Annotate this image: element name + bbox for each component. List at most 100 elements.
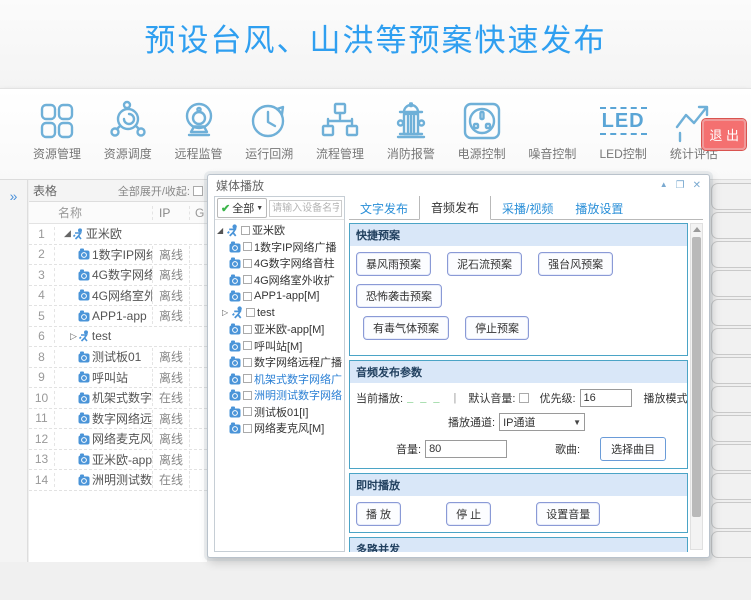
tree-root[interactable]: ◢ 亚米欧 xyxy=(217,222,344,239)
toolbar-item-label: 运行回溯 xyxy=(238,145,300,162)
instant-play-button[interactable]: 播 放 xyxy=(356,502,401,526)
device-icon xyxy=(229,422,241,434)
tree-checkbox[interactable] xyxy=(243,259,252,268)
tab-text-publish[interactable]: 文字发布 xyxy=(349,196,419,220)
toolbar-item-resource-dispatch[interactable]: 资源调度 xyxy=(97,89,159,179)
tree-item[interactable]: 呼叫站[M] xyxy=(229,338,344,355)
table-row[interactable]: 3 4G数字网络音柱 离线 xyxy=(29,265,207,286)
tree-item[interactable]: 4G数字网络音柱 xyxy=(229,255,344,272)
app-window: 资源管理 资源调度 远程监管 运行回溯 流程管理 xyxy=(0,88,751,562)
minimize-icon[interactable]: ▲ xyxy=(660,180,668,191)
maximize-icon[interactable]: ❐ xyxy=(676,180,685,191)
play-mode-label: 播放模式: xyxy=(644,390,688,406)
tree-checkbox[interactable] xyxy=(243,424,252,433)
preset-storm-button[interactable]: 暴风雨预案 xyxy=(356,252,431,276)
toolbar-item-resource-manage[interactable]: 资源管理 xyxy=(26,89,88,179)
preset-terror-button[interactable]: 恐怖袭击预案 xyxy=(356,284,442,308)
table-row[interactable]: 1 ◢ 亚米欧 xyxy=(29,224,207,245)
toolbar-item-remote-monitor[interactable]: 远程监管 xyxy=(168,89,230,179)
scrollbar-thumb[interactable] xyxy=(692,237,701,517)
tree-checkbox[interactable] xyxy=(243,374,252,383)
tab-play-settings[interactable]: 播放设置 xyxy=(564,196,634,220)
set-volume-button[interactable]: 设置音量 xyxy=(536,502,600,526)
tree-checkbox[interactable] xyxy=(243,391,252,400)
tree-checkbox[interactable] xyxy=(243,341,252,350)
table-row[interactable]: 2 1数字IP网络广播 离线 xyxy=(29,245,207,266)
group-person-icon xyxy=(227,224,239,237)
tree-checkbox[interactable] xyxy=(243,292,252,301)
channel-select[interactable]: IP通道 ▼ xyxy=(499,413,585,431)
preset-typhoon-button[interactable]: 强台风预案 xyxy=(538,252,613,276)
preset-stop-button[interactable]: 停止预案 xyxy=(465,316,529,340)
tree-item[interactable]: 亚米欧-app[M] xyxy=(229,321,344,338)
table-row[interactable]: 8 测试板01 离线 xyxy=(29,347,207,368)
row-name: 1数字IP网络广播 xyxy=(92,246,152,263)
scrollbar[interactable] xyxy=(690,223,703,550)
device-search-input[interactable] xyxy=(269,200,342,217)
column-ip[interactable]: IP xyxy=(152,206,190,220)
banner-title: 预设台风、山洪等预案快速发布 xyxy=(0,0,751,60)
tree-item[interactable]: 数字网络远程广播 xyxy=(229,354,344,371)
tree-checkbox[interactable] xyxy=(243,275,252,284)
table-row[interactable]: 14 洲明测试数字网 在线 xyxy=(29,470,207,491)
choose-track-button[interactable]: 选择曲目 xyxy=(600,437,666,461)
tree-item[interactable]: APP1-app[M] xyxy=(229,288,344,305)
close-icon[interactable]: ✕ xyxy=(693,180,701,191)
table-row[interactable]: 12 网络麦克风 离线 xyxy=(29,429,207,450)
tree-checkbox[interactable] xyxy=(243,242,252,251)
table-row[interactable]: 6 ▷ test xyxy=(29,327,207,348)
expand-all-checkbox[interactable] xyxy=(193,186,203,196)
preset-toxic-gas-button[interactable]: 有毒气体预案 xyxy=(363,316,449,340)
device-tree-panel: ✔ 全部 ▼ ◢ 亚米欧 1数 xyxy=(214,196,345,552)
default-volume-checkbox[interactable] xyxy=(519,393,529,403)
tree-item[interactable]: 1数字IP网络广播 xyxy=(229,239,344,256)
toolbar-item-noise-control[interactable]: 噪音控制 xyxy=(521,89,583,179)
table-row[interactable]: 10 机架式数字网络 在线 xyxy=(29,388,207,409)
instant-stop-button[interactable]: 停 止 xyxy=(446,502,491,526)
tree-checkbox[interactable] xyxy=(246,308,255,317)
tree-item[interactable]: 机架式数字网络广 xyxy=(229,371,344,388)
toolbar-item-led-control[interactable]: LED LED控制 xyxy=(592,89,654,179)
tree-item[interactable]: 洲明测试数字网络 xyxy=(229,387,344,404)
toolbar-item-fire-alarm[interactable]: 消防报警 xyxy=(380,89,442,179)
table-row[interactable]: 13 亚米欧-app 离线 xyxy=(29,450,207,471)
volume-input[interactable] xyxy=(425,440,507,458)
scroll-up-icon[interactable] xyxy=(693,227,701,232)
tree-checkbox[interactable] xyxy=(243,358,252,367)
collapse-icon[interactable]: ▷ xyxy=(70,331,77,342)
exit-button[interactable]: 退 出 xyxy=(702,119,746,150)
tree-item[interactable]: 4G网络室外收扩 xyxy=(229,272,344,289)
table-row[interactable]: 11 数字网络远程广 离线 xyxy=(29,409,207,430)
tree-checkbox[interactable] xyxy=(243,407,252,416)
tab-capture-video[interactable]: 采播/视频 xyxy=(491,196,564,220)
group-person-icon xyxy=(232,306,244,319)
grid-icon xyxy=(26,97,88,144)
tree-checkbox[interactable] xyxy=(243,325,252,334)
tree-item[interactable]: 网络麦克风[M] xyxy=(229,420,344,437)
column-name[interactable]: 名称 xyxy=(55,204,152,221)
table-row[interactable]: 5 APP1-app 离线 xyxy=(29,306,207,327)
preset-mudslide-button[interactable]: 泥石流预案 xyxy=(447,252,522,276)
collapse-icon[interactable]: ▷ xyxy=(222,308,230,317)
media-play-dialog: 媒体播放 ▲ ❐ ✕ ✔ 全部 ▼ xyxy=(207,174,710,558)
device-icon xyxy=(78,351,90,363)
priority-input[interactable] xyxy=(580,389,632,407)
dialog-titlebar[interactable]: 媒体播放 ▲ ❐ ✕ xyxy=(208,175,709,196)
expand-icon[interactable]: ◢ xyxy=(64,228,71,239)
table-row[interactable]: 9 呼叫站 离线 xyxy=(29,368,207,389)
tab-audio-publish[interactable]: 音频发布 xyxy=(419,196,491,220)
tree-checkbox[interactable] xyxy=(241,226,250,235)
tree-group[interactable]: ▷ test xyxy=(222,305,344,322)
expand-icon[interactable]: ◢ xyxy=(217,226,225,235)
expand-panel-icon[interactable]: » xyxy=(0,188,27,204)
device-icon xyxy=(229,340,241,352)
device-icon xyxy=(78,289,90,301)
filter-dropdown[interactable]: ✔ 全部 ▼ xyxy=(217,198,267,218)
toolbar-item-power-control[interactable]: 电源控制 xyxy=(451,89,513,179)
toolbar-item-run-trace[interactable]: 运行回溯 xyxy=(238,89,300,179)
table-row[interactable]: 4 4G网络室外收扩 离线 xyxy=(29,286,207,307)
toolbar-item-flow-manage[interactable]: 流程管理 xyxy=(309,89,371,179)
column-g[interactable]: G xyxy=(190,206,204,220)
tree-item[interactable]: 测试板01[I] xyxy=(229,404,344,421)
audio-params-section: 音频发布参数 当前播放: _ _ _ | 默认音量: 优先级: 播放模式: xyxy=(349,360,688,469)
